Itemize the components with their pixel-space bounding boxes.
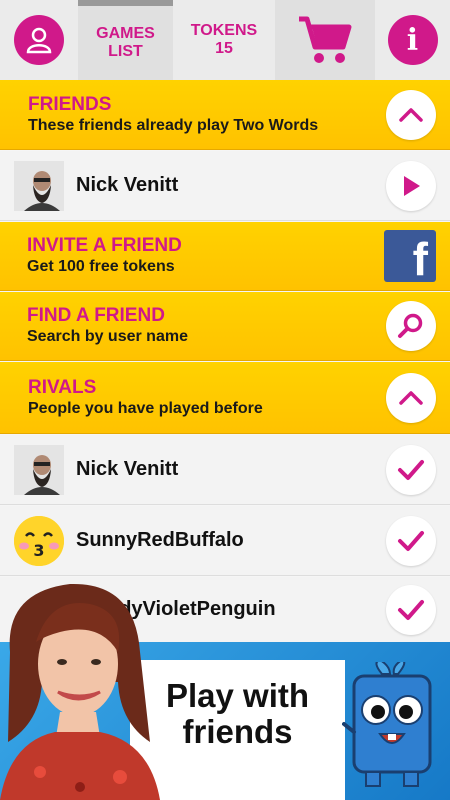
invite-friend-row[interactable]: INVITE A FRIEND Get 100 free tokens f (0, 222, 450, 291)
avatar (14, 160, 64, 211)
play-friend-button[interactable] (386, 160, 436, 211)
chevron-up-icon (399, 390, 423, 405)
rival-check-button[interactable] (386, 515, 436, 566)
find-friend-row[interactable]: FIND A FRIEND Search by user name (0, 292, 450, 361)
search-button[interactable] (386, 301, 436, 351)
kiss-emoji-avatar: 3 (14, 515, 64, 566)
svg-text:3: 3 (33, 541, 44, 560)
checkmark-icon (398, 599, 424, 620)
rival-check-button[interactable] (386, 584, 436, 635)
play-icon (404, 175, 420, 196)
top-nav-bar: GAMES LIST TOKENS 15 i (0, 0, 450, 80)
games-list-tab[interactable]: GAMES LIST (78, 0, 173, 80)
avatar (14, 444, 64, 495)
tokens-tab[interactable]: TOKENS 15 (173, 0, 275, 80)
collapse-rivals-button[interactable] (386, 372, 436, 423)
rival-name: Nick Venitt (76, 458, 179, 480)
mascot-character-image (342, 662, 432, 787)
tokens-count: 15 (215, 40, 233, 57)
info-button[interactable]: i (375, 0, 450, 80)
rival-row[interactable]: 3 SunnyRedBuffalo (0, 506, 450, 576)
rivals-section-header[interactable]: RIVALS People you have played before (0, 362, 450, 434)
chevron-up-icon (399, 107, 423, 122)
profile-icon (14, 15, 64, 65)
checkmark-icon (398, 530, 424, 551)
facebook-icon[interactable]: f (384, 230, 436, 282)
friend-row[interactable]: Nick Venitt (0, 151, 450, 221)
rival-check-button[interactable] (386, 444, 436, 495)
promo-line-1: Play with (165, 677, 310, 714)
shop-button[interactable] (275, 0, 375, 80)
checkmark-icon (398, 459, 424, 480)
friends-section-header[interactable]: FRIENDS These friends already play Two W… (0, 80, 450, 150)
cart-icon (299, 16, 352, 63)
tokens-label: TOKENS (190, 22, 258, 39)
rival-row[interactable]: Nick Venitt (0, 435, 450, 505)
games-list-label-line1: GAMES (96, 25, 155, 42)
rival-name: SunnyRedBuffalo (76, 529, 244, 551)
promo-banner-text: Play with friends (130, 660, 345, 800)
info-icon: i (387, 15, 438, 65)
collapse-friends-button[interactable] (386, 89, 436, 140)
presenter-portrait-image (0, 583, 160, 800)
friend-name: Nick Venitt (76, 174, 179, 196)
search-icon (398, 313, 423, 338)
promo-line-2: friends (182, 713, 293, 750)
games-list-label-line2: LIST (108, 43, 143, 60)
profile-button[interactable] (0, 0, 78, 80)
